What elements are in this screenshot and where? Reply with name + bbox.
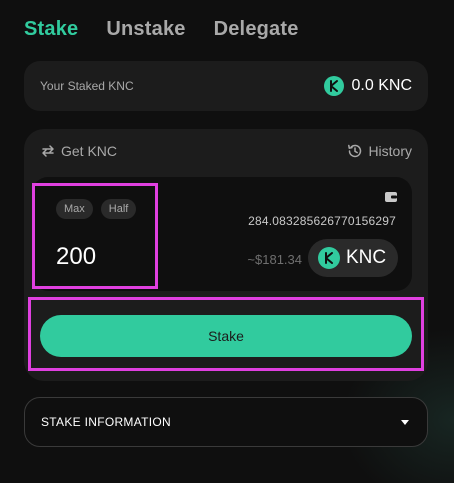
staked-label: Your Staked KNC (40, 79, 134, 93)
stake-information-label: STAKE INFORMATION (41, 415, 171, 429)
amount-input[interactable]: 200 (56, 243, 96, 271)
knc-logo-icon (323, 76, 344, 96)
get-knc-label: Get KNC (61, 143, 118, 159)
history-clock-icon (348, 144, 362, 158)
wallet-icon (385, 192, 397, 202)
max-button[interactable]: Max (56, 199, 93, 219)
stake-panel: Get KNC History Max Half 200 284.0832856… (24, 129, 428, 381)
stake-information-accordion[interactable]: STAKE INFORMATION (24, 397, 428, 447)
tab-delegate[interactable]: Delegate (214, 18, 299, 41)
stake-page: Stake Unstake Delegate Your Staked KNC 0… (0, 0, 454, 483)
staked-value: 0.0 KNC (351, 77, 412, 94)
caret-down-icon (401, 419, 409, 425)
stake-button[interactable]: Stake (40, 315, 412, 357)
swap-arrows-icon (42, 145, 54, 157)
history-button[interactable]: History (347, 143, 412, 159)
panel-header: Get KNC History (40, 143, 412, 159)
quick-amount-chips: Max Half (56, 199, 137, 219)
half-button[interactable]: Half (100, 199, 137, 219)
token-selector: KNC (308, 239, 398, 277)
staked-value-group: 0.0 KNC (323, 76, 412, 96)
wallet-balance[interactable]: 284.083285626770156297 (248, 214, 396, 228)
get-knc-button[interactable]: Get KNC (40, 143, 117, 159)
knc-logo-icon (318, 247, 340, 269)
amount-input-box: Max Half 200 284.083285626770156297 ~$18… (32, 177, 412, 291)
token-symbol: KNC (346, 247, 387, 268)
history-label: History (368, 143, 412, 159)
usd-value: ~$181.34 (247, 252, 302, 267)
tab-stake[interactable]: Stake (24, 18, 78, 41)
tab-bar: Stake Unstake Delegate (24, 18, 299, 41)
staked-summary-card: Your Staked KNC 0.0 KNC (24, 61, 428, 111)
tab-unstake[interactable]: Unstake (106, 18, 185, 41)
